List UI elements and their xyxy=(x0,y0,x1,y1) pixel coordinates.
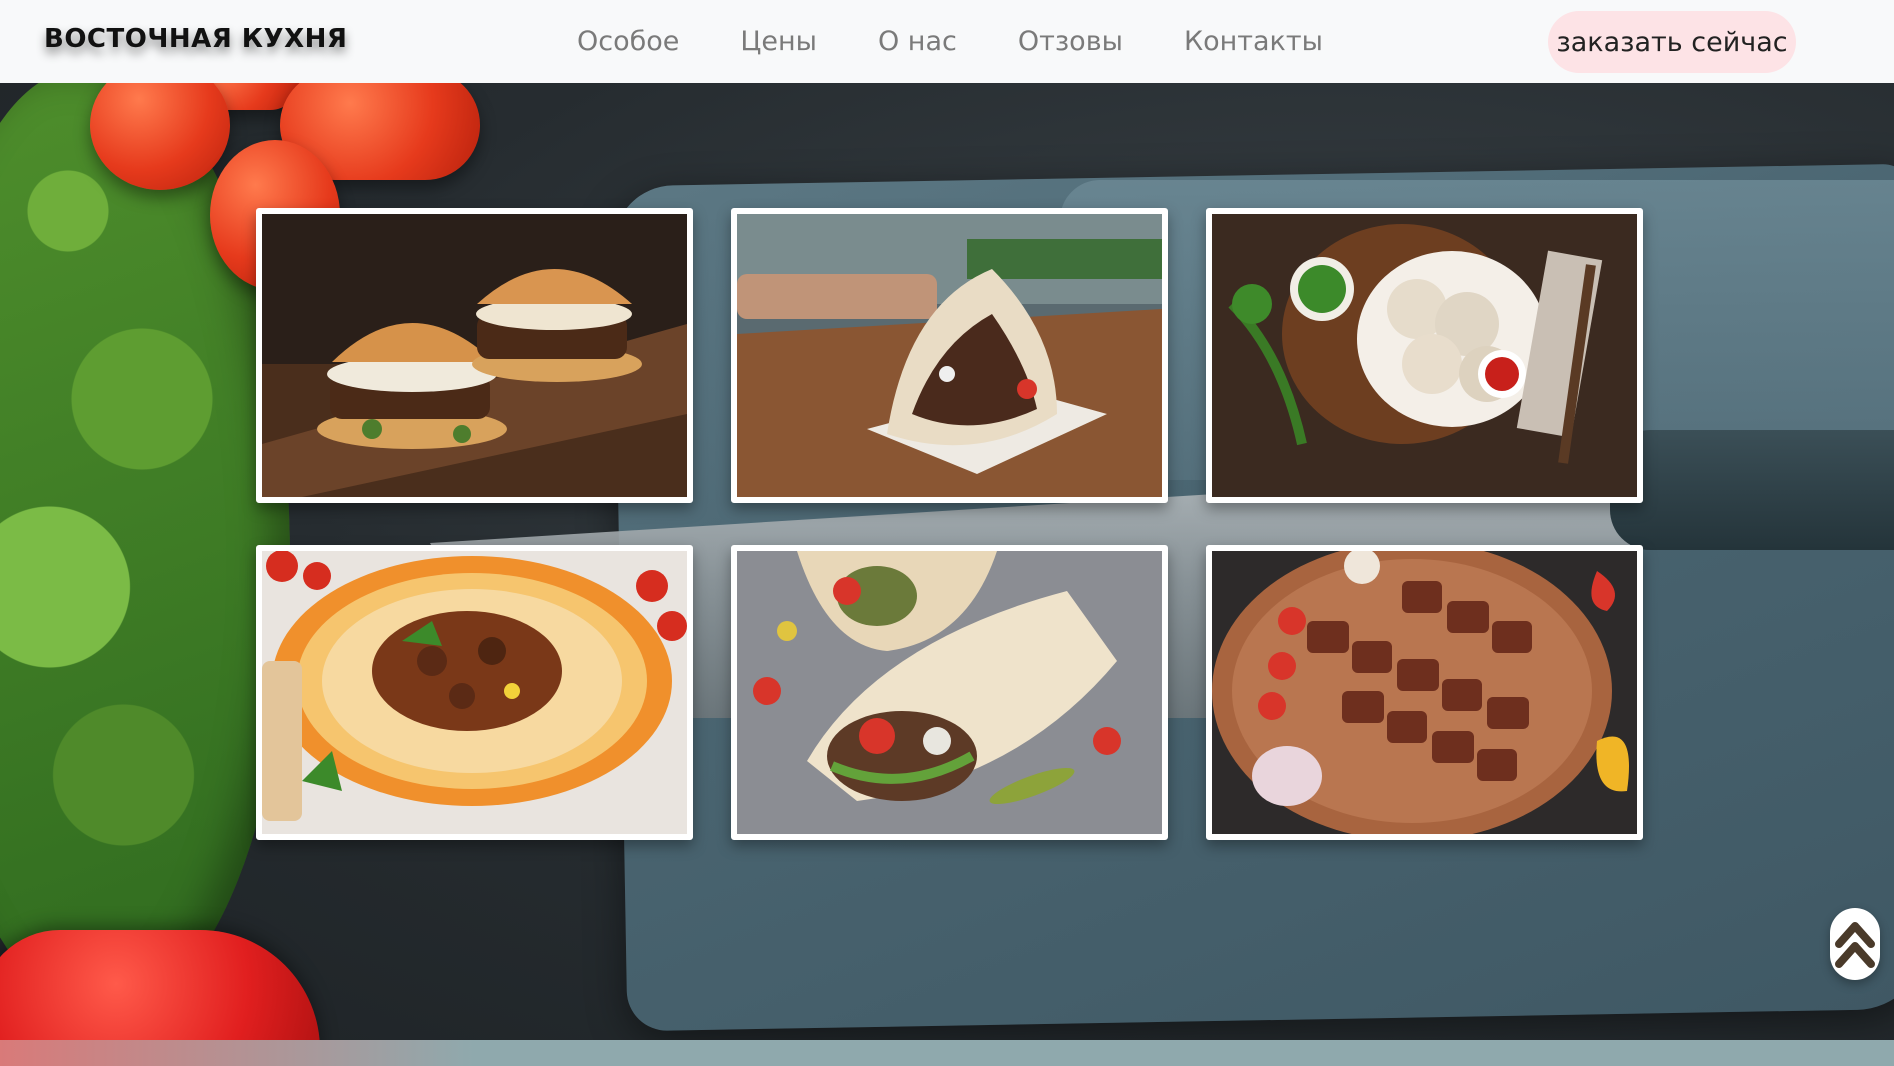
nav-link-reviews[interactable]: Отзовы xyxy=(1018,26,1123,57)
gallery-card-shashlik[interactable] xyxy=(1206,545,1643,840)
lagman-icon xyxy=(262,551,687,834)
next-section-strip xyxy=(0,1040,1894,1066)
scroll-to-top-button[interactable] xyxy=(1830,908,1880,980)
nav-link-prices[interactable]: Цены xyxy=(740,26,817,57)
doner-icon xyxy=(737,214,1162,497)
shawarma-icon xyxy=(737,551,1162,834)
order-now-button[interactable]: заказать сейчас xyxy=(1548,11,1796,73)
knife-handle-background xyxy=(1610,430,1894,550)
nav-link-special[interactable]: Особое xyxy=(577,26,679,57)
main-nav: Особое Цены О нас Отзовы Контакты xyxy=(577,0,1384,83)
gallery-card-burgers[interactable] xyxy=(256,208,693,503)
burgers-icon xyxy=(262,214,687,497)
khinkali-icon xyxy=(1212,214,1637,497)
gallery-card-doner[interactable] xyxy=(731,208,1168,503)
shashlik-icon xyxy=(1212,551,1637,834)
nav-link-contacts[interactable]: Контакты xyxy=(1184,26,1323,57)
brand-logo[interactable]: ВОСТОЧНАЯ КУХНЯ xyxy=(44,24,347,54)
gallery-card-shawarma[interactable] xyxy=(731,545,1168,840)
gallery-card-khinkali[interactable] xyxy=(1206,208,1643,503)
nav-link-about[interactable]: О нас xyxy=(878,26,957,57)
double-chevron-up-icon xyxy=(1835,922,1875,968)
dish-gallery xyxy=(256,208,1643,842)
top-navbar: ВОСТОЧНАЯ КУХНЯ Особое Цены О нас Отзовы… xyxy=(0,0,1894,83)
page: ВОСТОЧНАЯ КУХНЯ Особое Цены О нас Отзовы… xyxy=(0,0,1894,1066)
gallery-card-lagman[interactable] xyxy=(256,545,693,840)
